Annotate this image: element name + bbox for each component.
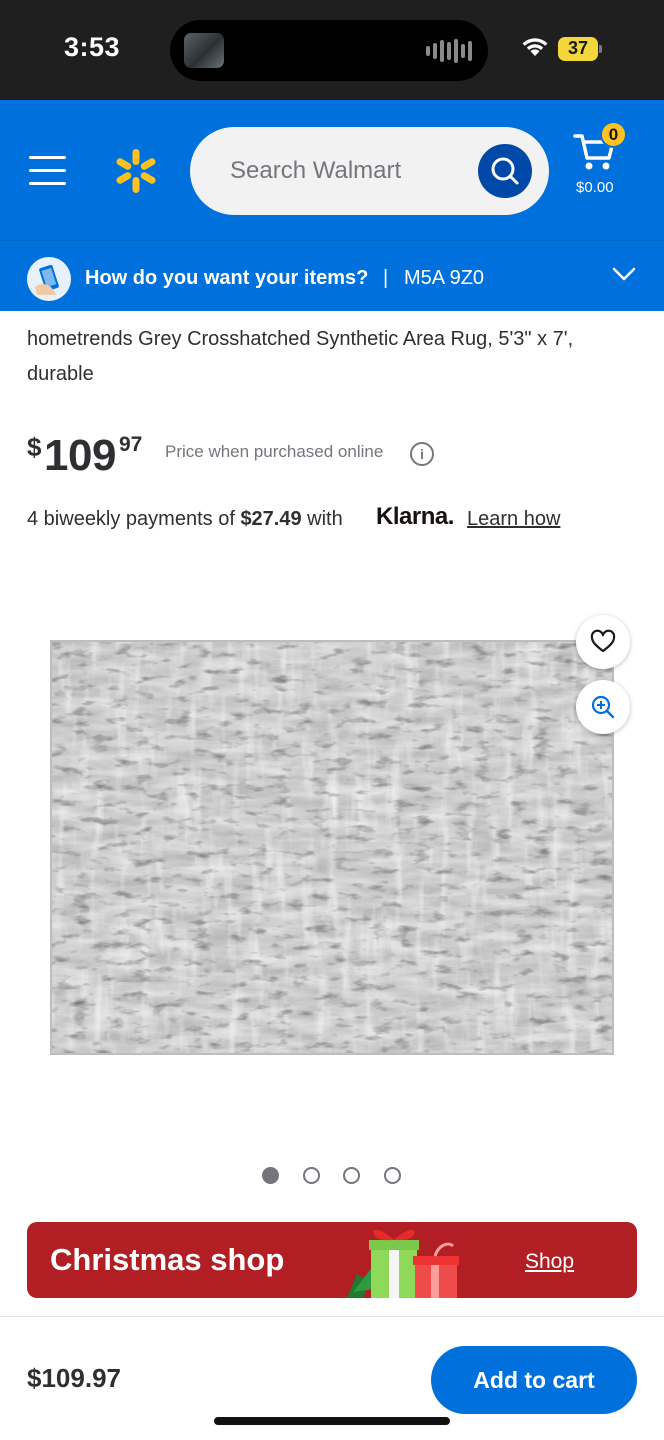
battery-level: 37 xyxy=(567,38,589,58)
promo-shop-link[interactable]: Shop xyxy=(525,1250,574,1274)
delivery-selector[interactable]: How do you want your items? | M5A 9Z0 xyxy=(0,240,664,311)
search-input[interactable] xyxy=(230,153,470,189)
delivery-separator: | xyxy=(383,267,389,289)
product-image[interactable] xyxy=(50,640,614,1055)
cart-count-badge: 0 xyxy=(600,121,627,148)
learn-how-link[interactable]: Learn how xyxy=(467,508,560,531)
home-indicator[interactable] xyxy=(214,1417,450,1425)
zoom-in-icon xyxy=(591,695,615,719)
price-note: Price when purchased online xyxy=(165,442,384,461)
bottom-price: $109.97 xyxy=(27,1363,121,1393)
price-cents: 97 xyxy=(119,433,143,456)
search-button[interactable] xyxy=(478,144,532,198)
zoom-button[interactable] xyxy=(576,680,630,734)
app-header: 0 $0.00 xyxy=(0,100,664,240)
favorite-button[interactable] xyxy=(576,615,630,669)
delivery-phone-icon xyxy=(27,257,71,301)
chevron-down-icon[interactable] xyxy=(612,266,636,282)
hamburger-menu-icon[interactable] xyxy=(29,156,66,185)
klarna-logo: Klarna. xyxy=(376,503,454,530)
postal-code: M5A 9Z0 xyxy=(404,267,485,289)
product-title: hometrends Grey Crosshatched Synthetic A… xyxy=(27,328,574,385)
battery-icon: 37 xyxy=(558,37,602,61)
cart-total: $0.00 xyxy=(576,179,614,196)
gift-icon xyxy=(347,1229,459,1298)
status-bar: 3:53 37 xyxy=(0,0,664,100)
carousel-dot[interactable] xyxy=(343,1167,360,1184)
carousel-dot[interactable] xyxy=(262,1167,279,1184)
carousel-dot[interactable] xyxy=(383,1167,401,1184)
search-icon xyxy=(491,157,519,185)
heart-icon xyxy=(590,629,616,653)
installment-prefix: 4 biweekly payments of xyxy=(27,508,241,530)
promo-title: Christmas shop xyxy=(50,1242,285,1277)
installment-suffix: with xyxy=(301,508,343,530)
status-time: 3:53 xyxy=(64,32,121,62)
installment-text: 4 biweekly payments of $27.49 with xyxy=(27,508,343,531)
delivery-question: How do you want your items? xyxy=(85,267,369,289)
price-currency: $ xyxy=(27,432,42,462)
christmas-promo-banner[interactable]: Christmas shop Shop xyxy=(27,1222,637,1298)
price-dollars: 109 xyxy=(44,431,116,480)
wifi-icon xyxy=(522,38,548,56)
walmart-spark-icon[interactable] xyxy=(112,147,160,195)
audio-wave-icon xyxy=(426,39,472,63)
cart-button[interactable]: 0 $0.00 xyxy=(568,121,632,198)
info-icon[interactable]: i xyxy=(410,442,434,466)
installment-amount: $27.49 xyxy=(240,508,302,530)
carousel-dot[interactable] xyxy=(302,1167,320,1184)
now-playing-thumbnail xyxy=(184,33,224,68)
dynamic-island xyxy=(170,20,488,81)
add-to-cart-button[interactable]: Add to cart xyxy=(431,1346,637,1414)
search-bar[interactable] xyxy=(190,127,549,215)
